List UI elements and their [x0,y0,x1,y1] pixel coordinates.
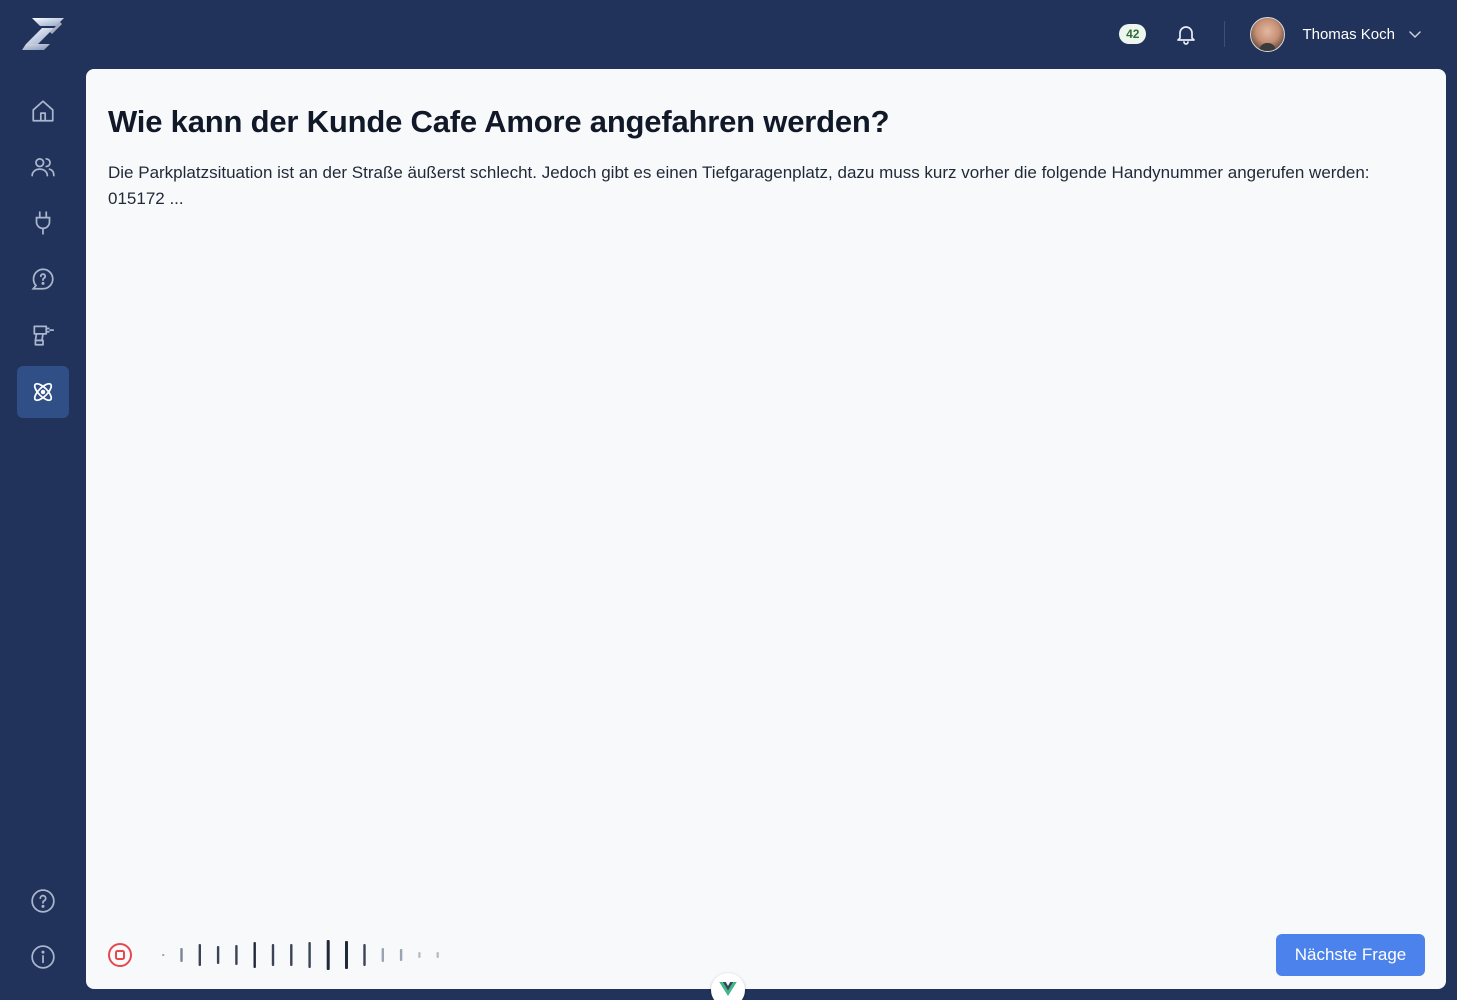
waveform-bar [216,946,220,964]
home-icon [32,100,54,122]
app-logo[interactable] [20,14,66,54]
vue-logo-icon [719,982,737,996]
chat-question-icon [31,268,54,290]
user-menu[interactable]: Thomas Koch [1250,16,1422,52]
users-icon [31,158,55,177]
sidebar-item-faq[interactable] [17,253,69,305]
main-card: Wie kann der Kunde Cafe Amore angefahren… [86,69,1446,989]
waveform-bar [308,942,311,968]
waveform-bar [381,948,384,962]
count-badge[interactable]: 42 [1119,24,1147,44]
bell-icon[interactable] [1174,21,1198,47]
atom-icon [33,382,53,402]
topbar-actions: 42 Thomas Koch [1119,16,1422,52]
devtools-toggle[interactable] [711,973,745,1000]
waveform-bar [418,952,421,958]
sidebar-item-info[interactable] [17,931,69,983]
plug-icon [35,211,51,235]
audio-waveform [162,940,439,970]
waveform-bar [162,954,165,956]
sidebar-item-home[interactable] [17,85,69,137]
topbar-divider [1224,21,1226,47]
user-name: Thomas Koch [1302,25,1395,43]
answer-text: Die Parkplatzsituation ist an der Straße… [108,163,1370,208]
sidebar-item-ai[interactable] [17,366,69,418]
waveform-bar [198,944,201,966]
next-question-button[interactable]: Nächste Frage [1276,934,1425,976]
drill-icon [33,325,54,346]
stop-icon [108,943,132,967]
sidebar-item-users[interactable] [17,141,69,193]
sidebar-item-tools[interactable] [17,309,69,361]
avatar[interactable] [1250,16,1286,52]
chevron-down-icon[interactable] [1408,27,1422,41]
waveform-bar [326,940,330,970]
waveform-bar [235,945,238,965]
question-title: Wie kann der Kunde Cafe Amore angefahren… [108,104,890,139]
info-circle-icon [31,945,55,969]
sidebar-item-help[interactable] [17,875,69,927]
sidebar-item-plug[interactable] [17,197,69,249]
stop-recording-button[interactable] [107,942,133,968]
waveform-bar [436,952,439,958]
waveform-bar [399,949,403,961]
waveform-bar [290,944,293,966]
waveform-bar [271,944,275,966]
waveform-bar [345,941,348,969]
waveform-bar [363,944,366,966]
waveform-bar [253,942,256,968]
waveform-bar [180,948,183,962]
help-circle-icon [31,889,55,913]
